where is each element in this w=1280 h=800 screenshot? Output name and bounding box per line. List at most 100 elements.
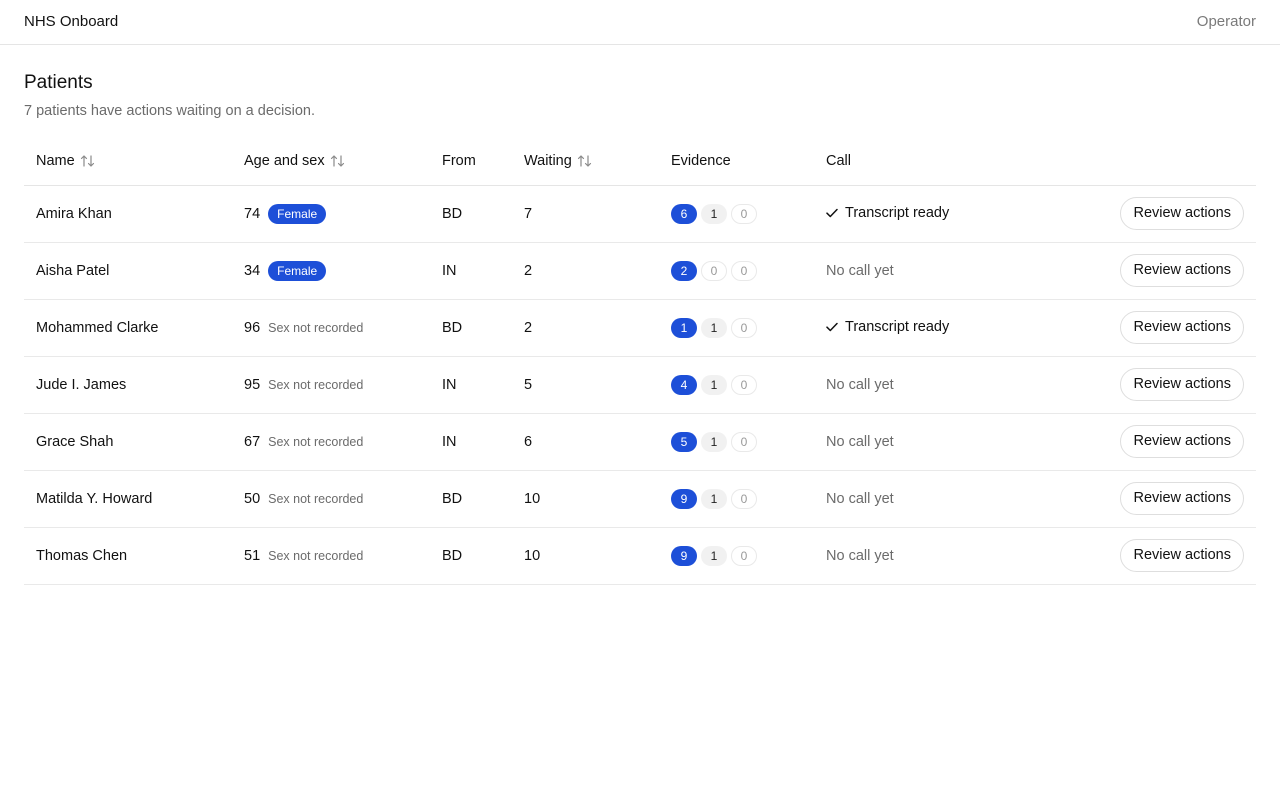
evidence-count-2: 1: [701, 488, 727, 509]
cell-name: Thomas Chen: [24, 527, 234, 585]
cell-actions: Review actions: [1056, 242, 1256, 300]
cell-waiting: 2: [524, 242, 671, 300]
cell-call: No call yet: [826, 527, 1056, 585]
cell-from: BD: [442, 527, 524, 585]
cell-actions: Review actions: [1056, 185, 1256, 243]
patient-age: 51: [244, 547, 261, 564]
column-header-age-sex[interactable]: Age and sex: [234, 137, 442, 186]
cell-from: BD: [442, 470, 524, 528]
sex-not-recorded: Sex not recorded: [268, 377, 364, 392]
sort-arrows-icon[interactable]: [330, 154, 345, 168]
column-header-call: Call: [826, 137, 1056, 186]
cell-from: IN: [442, 413, 524, 471]
cell-actions: Review actions: [1056, 413, 1256, 471]
cell-name: Amira Khan: [24, 185, 234, 243]
cell-waiting: 5: [524, 356, 671, 414]
call-status: No call yet: [826, 433, 894, 450]
cell-waiting: 10: [524, 470, 671, 528]
user-label[interactable]: Operator: [1197, 13, 1256, 31]
review-actions-button[interactable]: Review actions: [1120, 254, 1244, 287]
cell-age-sex: 74 Female: [234, 185, 442, 243]
cell-actions: Review actions: [1056, 299, 1256, 357]
review-actions-button[interactable]: Review actions: [1120, 368, 1244, 401]
patient-name[interactable]: Matilda Y. Howard: [36, 491, 152, 507]
table-row: Thomas Chen 51 Sex not recorded BD 10 910…: [24, 527, 1256, 585]
call-status-label: Transcript ready: [845, 205, 950, 221]
call-status: No call yet: [826, 376, 894, 393]
evidence-count-3: 0: [731, 203, 757, 224]
cell-actions: Review actions: [1056, 356, 1256, 414]
column-header-actions: [1056, 137, 1256, 186]
cell-name: Matilda Y. Howard: [24, 470, 234, 528]
patient-age: 50: [244, 490, 261, 507]
cell-from: IN: [442, 356, 524, 414]
review-actions-button[interactable]: Review actions: [1120, 539, 1244, 572]
cell-waiting: 6: [524, 413, 671, 471]
sort-arrows-icon[interactable]: [577, 154, 592, 168]
evidence-counts: 200: [671, 260, 757, 281]
table-header-row: Name Age and sex From Waiting Evidence C…: [24, 137, 1256, 186]
column-header-waiting[interactable]: Waiting: [524, 137, 671, 186]
review-actions-button[interactable]: Review actions: [1120, 311, 1244, 344]
call-status: No call yet: [826, 262, 894, 279]
column-header-waiting-label: Waiting: [524, 152, 572, 169]
cell-age-sex: 95 Sex not recorded: [234, 356, 442, 414]
cell-age-sex: 96 Sex not recorded: [234, 299, 442, 357]
patient-name[interactable]: Amira Khan: [36, 206, 112, 222]
table-row: Mohammed Clarke 96 Sex not recorded BD 2 …: [24, 299, 1256, 357]
cell-call: No call yet: [826, 413, 1056, 471]
review-actions-button[interactable]: Review actions: [1120, 482, 1244, 515]
check-icon: [826, 322, 838, 332]
cell-evidence: 510: [671, 413, 826, 471]
cell-call: No call yet: [826, 356, 1056, 414]
patient-name[interactable]: Grace Shah: [36, 434, 113, 450]
sex-badge: Female: [268, 203, 327, 224]
evidence-count-2: 1: [701, 317, 727, 338]
patient-age: 34: [244, 262, 261, 279]
patient-name[interactable]: Jude I. James: [36, 377, 126, 393]
cell-waiting: 7: [524, 185, 671, 243]
evidence-count-3: 0: [731, 260, 757, 281]
call-status: No call yet: [826, 490, 894, 507]
patient-name[interactable]: Aisha Patel: [36, 263, 109, 279]
sex-badge: Female: [268, 260, 327, 281]
evidence-count-2: 1: [701, 374, 727, 395]
cell-evidence: 200: [671, 242, 826, 300]
evidence-count-1: 2: [671, 260, 697, 281]
cell-waiting: 2: [524, 299, 671, 357]
app-brand[interactable]: NHS Onboard: [24, 13, 118, 31]
patient-name[interactable]: Mohammed Clarke: [36, 320, 159, 336]
patients-table: Name Age and sex From Waiting Evidence C…: [24, 137, 1256, 585]
evidence-count-1: 1: [671, 317, 697, 338]
column-header-age-sex-label: Age and sex: [244, 152, 325, 169]
evidence-count-2: 1: [701, 545, 727, 566]
cell-call: Transcript ready: [826, 299, 1056, 357]
table-row: Grace Shah 67 Sex not recorded IN 6 510 N…: [24, 413, 1256, 471]
sort-arrows-icon[interactable]: [80, 154, 95, 168]
evidence-count-2: 1: [701, 431, 727, 452]
review-actions-button[interactable]: Review actions: [1120, 197, 1244, 230]
evidence-count-1: 5: [671, 431, 697, 452]
evidence-count-3: 0: [731, 317, 757, 338]
evidence-counts: 910: [671, 545, 757, 566]
patient-name[interactable]: Thomas Chen: [36, 548, 127, 564]
cell-evidence: 910: [671, 470, 826, 528]
evidence-counts: 910: [671, 488, 757, 509]
evidence-counts: 110: [671, 317, 757, 338]
page-subtitle: 7 patients have actions waiting on a dec…: [24, 103, 315, 119]
cell-call: No call yet: [826, 470, 1056, 528]
patient-age: 95: [244, 376, 261, 393]
call-status-label: Transcript ready: [845, 319, 950, 335]
cell-from: BD: [442, 185, 524, 243]
column-header-name[interactable]: Name: [24, 137, 234, 186]
cell-call: Transcript ready: [826, 185, 1056, 243]
cell-age-sex: 50 Sex not recorded: [234, 470, 442, 528]
evidence-count-1: 6: [671, 203, 697, 224]
patient-age: 96: [244, 319, 261, 336]
cell-name: Aisha Patel: [24, 242, 234, 300]
sex-not-recorded: Sex not recorded: [268, 491, 364, 506]
review-actions-button[interactable]: Review actions: [1120, 425, 1244, 458]
cell-name: Mohammed Clarke: [24, 299, 234, 357]
evidence-count-3: 0: [731, 431, 757, 452]
table-row: Aisha Patel 34 Female IN 2 200 No call ye…: [24, 242, 1256, 300]
